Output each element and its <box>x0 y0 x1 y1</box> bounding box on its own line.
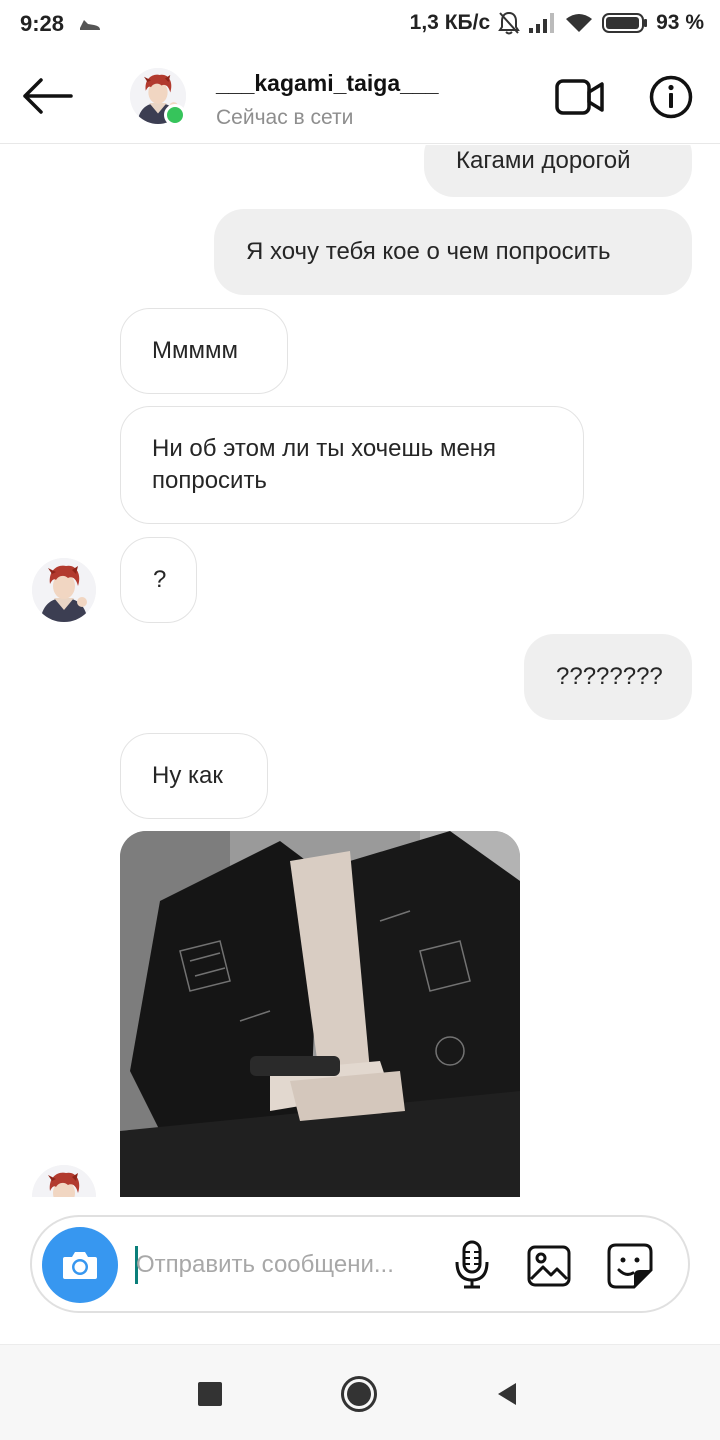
sticker-icon <box>607 1243 653 1289</box>
avatar[interactable] <box>32 558 96 622</box>
photo-message[interactable] <box>120 831 520 1197</box>
contact-username[interactable]: ___kagami_taiga___ <box>216 70 439 97</box>
message-bubble-outgoing[interactable]: Я хочу тебя кое о чем попросить <box>214 209 692 295</box>
message-text: ???????? <box>556 663 663 690</box>
online-indicator <box>164 104 186 126</box>
message-text: Я хочу тебя кое о чем попросить <box>246 238 611 265</box>
status-time: 9:28 <box>20 11 65 36</box>
mute-bell-icon <box>498 11 520 35</box>
network-speed: 1,3 КБ/с <box>409 11 491 34</box>
message-composer <box>30 1215 690 1313</box>
camera-button[interactable] <box>42 1227 118 1303</box>
message-input[interactable] <box>136 1241 436 1289</box>
message-bubble-incoming[interactable]: Ну как <box>120 733 268 819</box>
info-button[interactable] <box>648 74 694 120</box>
video-call-button[interactable] <box>554 74 606 120</box>
battery-icon <box>602 13 648 33</box>
recents-button[interactable] <box>198 1382 222 1406</box>
status-indicators: 1,3 КБ/с 93 % <box>410 11 704 35</box>
video-camera-icon <box>555 79 604 115</box>
signal-icon <box>529 13 555 33</box>
contact-avatar[interactable] <box>130 68 186 126</box>
message-thread[interactable]: Кагами дорогой Я хочу тебя кое о чем поп… <box>0 145 720 1197</box>
battery-percent: 93 % <box>656 11 704 34</box>
home-button[interactable] <box>341 1376 377 1412</box>
message-text: Ну как <box>152 762 223 789</box>
message-bubble-incoming[interactable]: Ни об этом ли ты хочешь меня попросить <box>120 406 584 524</box>
image-icon <box>527 1245 571 1287</box>
message-text: Ни об этом ли ты хочешь меня попросить <box>152 435 497 494</box>
avatar[interactable] <box>32 1165 96 1197</box>
message-bubble-outgoing[interactable]: ???????? <box>524 634 692 720</box>
arrow-left-icon <box>23 78 73 114</box>
microphone-icon <box>455 1240 489 1289</box>
message-text: Кагами дорогой <box>456 147 631 174</box>
chat-header: ___kagami_taiga___ Сейчас в сети <box>0 50 720 144</box>
message-text: ? <box>153 566 167 593</box>
message-bubble-incoming[interactable]: Ммммм <box>120 308 288 394</box>
message-bubble-incoming[interactable]: ? <box>120 537 197 623</box>
system-navigation-bar <box>0 1344 720 1440</box>
sticker-button[interactable] <box>604 1241 656 1291</box>
back-triangle-icon[interactable] <box>494 1381 520 1407</box>
presence-status: Сейчас в сети <box>216 106 354 129</box>
info-icon <box>649 75 693 119</box>
wifi-icon <box>566 14 593 32</box>
sneaker-icon <box>80 20 100 30</box>
message-text: Ммммм <box>152 337 238 364</box>
camera-icon <box>63 1252 97 1279</box>
status-bar: 9:28 1,3 КБ/с 93 % <box>0 0 720 50</box>
gallery-button[interactable] <box>526 1243 572 1289</box>
voice-message-button[interactable] <box>452 1239 492 1291</box>
message-bubble-outgoing[interactable]: Кагами дорогой <box>424 145 692 197</box>
back-button[interactable] <box>18 72 76 120</box>
